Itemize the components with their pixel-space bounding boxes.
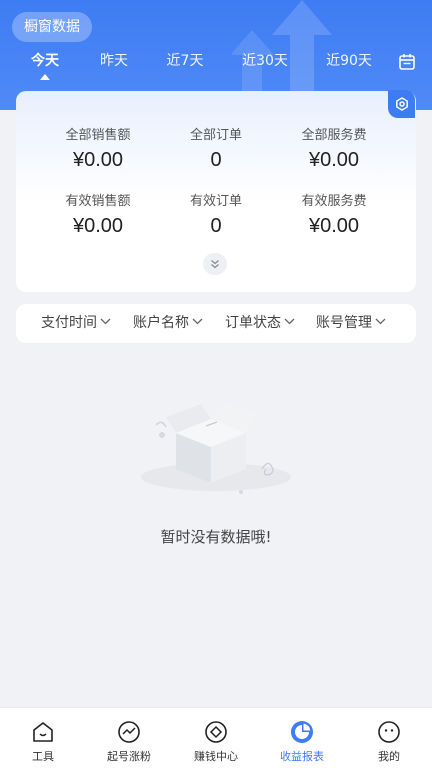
stat-value: 0 <box>210 149 222 171</box>
tab-label: 今天 <box>31 53 59 69</box>
filter-pay-time[interactable]: 支付时间 <box>41 304 111 343</box>
settings-icon <box>395 97 408 111</box>
empty-message: 暂时没有数据哦! <box>160 528 272 546</box>
coin-icon <box>205 721 227 743</box>
active-indicator-icon <box>40 74 50 80</box>
chevron-down-icon <box>192 318 203 325</box>
tab-label: 昨天 <box>100 53 128 69</box>
nav-item-grow-fans[interactable]: 起号涨粉 <box>86 708 172 768</box>
tab-label: 近30天 <box>242 53 288 69</box>
nav-label: 我的 <box>378 750 400 763</box>
filter-label: 账户名称 <box>133 315 189 331</box>
chevron-down-icon <box>100 318 111 325</box>
stat-value: ¥0.00 <box>72 215 124 237</box>
nav-label: 起号涨粉 <box>107 750 151 763</box>
filter-label: 账号管理 <box>316 315 372 331</box>
nav-item-earnings-report[interactable]: 收益报表 <box>259 708 345 768</box>
stat-label: 全部订单 <box>189 128 242 143</box>
stat-label: 全部销售额 <box>65 128 131 143</box>
stat-value: ¥0.00 <box>308 149 360 171</box>
filter-account-name[interactable]: 账户名称 <box>133 304 203 343</box>
tab-today[interactable]: 今天 <box>31 50 59 80</box>
stat-valid-orders: 有效订单 0 <box>151 190 281 238</box>
tab-30days[interactable]: 近30天 <box>242 50 288 70</box>
filter-label: 订单状态 <box>225 315 281 331</box>
double-chevron-down-icon <box>211 259 219 269</box>
tab-yesterday[interactable]: 昨天 <box>100 50 128 70</box>
profile-icon <box>378 721 400 743</box>
tab-label: 近90天 <box>326 53 372 69</box>
stat-label: 有效订单 <box>189 194 242 209</box>
nav-label: 工具 <box>32 750 54 763</box>
stat-value: ¥0.00 <box>308 215 360 237</box>
filter-account-manage[interactable]: 账号管理 <box>316 304 386 343</box>
chevron-down-icon <box>375 318 386 325</box>
tab-7days[interactable]: 近7天 <box>167 50 204 70</box>
stat-total-service-fee: 全部服务费 ¥0.00 <box>269 124 399 172</box>
stat-total-orders: 全部订单 0 <box>151 124 281 172</box>
stat-value: ¥0.00 <box>72 149 124 171</box>
nav-item-tools[interactable]: 工具 <box>0 708 86 768</box>
page-title: 橱窗数据 <box>12 12 92 42</box>
home-icon <box>33 722 53 742</box>
tab-90days[interactable]: 近90天 <box>326 50 372 70</box>
nav-label: 赚钱中心 <box>194 750 238 763</box>
stat-value: 0 <box>210 215 222 237</box>
pie-chart-icon <box>291 721 313 743</box>
expand-button[interactable] <box>203 253 227 275</box>
filter-bar: 支付时间 账户名称 订单状态 账号管理 <box>16 304 416 343</box>
trend-icon <box>118 721 140 743</box>
nav-label: 收益报表 <box>280 750 324 763</box>
filter-order-status[interactable]: 订单状态 <box>225 304 295 343</box>
calendar-icon[interactable] <box>398 53 416 71</box>
tab-label: 近7天 <box>166 53 204 69</box>
bottom-nav: 工具 起号涨粉 赚钱中心 收益报表 我的 <box>0 707 432 768</box>
stat-label: 有效销售额 <box>65 194 131 209</box>
nav-item-earn-center[interactable]: 赚钱中心 <box>173 708 259 768</box>
nav-item-mine[interactable]: 我的 <box>346 708 432 768</box>
stat-valid-service-fee: 有效服务费 ¥0.00 <box>269 190 399 238</box>
date-tabs: 今天 昨天 近7天 近30天 近90天 <box>0 50 432 82</box>
filter-label: 支付时间 <box>41 315 97 331</box>
stat-valid-sales: 有效销售额 ¥0.00 <box>33 190 163 238</box>
chevron-down-icon <box>284 318 295 325</box>
settings-button[interactable] <box>388 90 415 118</box>
stat-label: 有效服务费 <box>301 194 367 209</box>
empty-box-icon <box>141 403 291 494</box>
stat-total-sales: 全部销售额 ¥0.00 <box>33 124 163 172</box>
stat-label: 全部服务费 <box>301 128 367 143</box>
